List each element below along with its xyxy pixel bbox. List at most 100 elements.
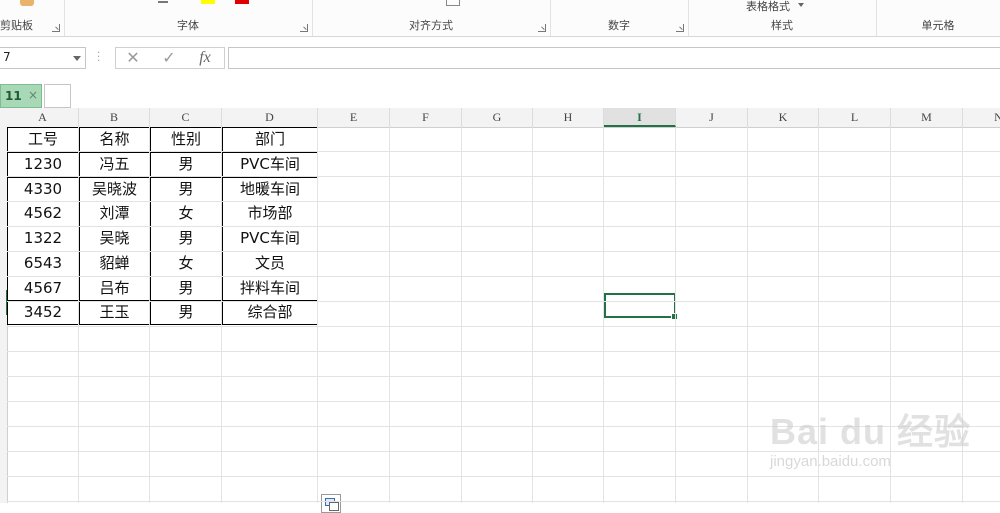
table-cell[interactable]: 冯五 — [79, 152, 150, 177]
gridline — [7, 376, 1000, 377]
column-header-l[interactable]: L — [819, 108, 891, 127]
table-cell[interactable]: 女 — [150, 251, 222, 276]
sheet-tab-strip: 11 × — [0, 82, 1000, 108]
column-header-j[interactable]: J — [676, 108, 748, 127]
table-cell[interactable]: 吴晓 — [79, 226, 150, 251]
cells-area[interactable]: 工号 名称 性别 部门 1230 冯五男 PVC车间 4330 吴晓波男地暖车间 4562 刘潭女市… — [0, 127, 1000, 513]
cells-group-label: 单元格 — [921, 19, 955, 32]
column-header-g[interactable]: G — [462, 108, 533, 127]
minus-icon[interactable] — [158, 1, 168, 3]
table-cell[interactable]: 文员 — [222, 251, 318, 276]
name-box[interactable]: 7 — [0, 47, 86, 69]
selected-cell[interactable] — [604, 293, 678, 320]
font-group-label: 字体 — [177, 19, 199, 32]
gridline — [221, 127, 222, 503]
table-header-cell[interactable]: 部门 — [222, 127, 318, 152]
alignment-group-label: 对齐方式 — [409, 19, 453, 32]
alignment-launcher-icon[interactable] — [538, 24, 546, 32]
enter-icon[interactable]: ✓ — [154, 48, 184, 68]
gridline — [7, 451, 1000, 452]
gridline — [532, 127, 533, 503]
styles-group-label: 样式 — [771, 19, 793, 32]
alignment-group: 对齐方式 — [312, 0, 551, 36]
close-icon[interactable]: × — [28, 88, 38, 102]
number-group-label: 数字 — [608, 19, 630, 32]
styles-group: 表格格式 样式 — [688, 0, 877, 36]
table-cell[interactable]: 吴晓波 — [79, 177, 150, 202]
gridline — [7, 301, 1000, 302]
table-cell[interactable]: 男 — [150, 300, 222, 325]
format-painter-icon[interactable] — [20, 0, 34, 6]
clipboard-launcher-icon[interactable] — [52, 24, 60, 32]
gridline — [7, 251, 1000, 252]
column-header-h[interactable]: H — [533, 108, 604, 127]
table-cell[interactable]: 女 — [150, 201, 222, 226]
chevron-down-icon[interactable] — [73, 56, 81, 61]
column-headers: ABCDEFGHIJKLMN — [0, 108, 1000, 128]
column-header-a[interactable]: A — [7, 108, 79, 127]
column-header-i[interactable]: I — [604, 108, 676, 127]
column-header-e[interactable]: E — [318, 108, 390, 127]
spreadsheet-grid: ABCDEFGHIJKLMN 工号 名称 性别 部门 1230 冯五男 PVC车间 4330 吴… — [0, 108, 1000, 513]
table-cell[interactable]: 王玉 — [79, 300, 150, 325]
table-cell[interactable]: 1230 — [7, 152, 79, 177]
gridline — [7, 426, 1000, 427]
table-header-cell[interactable]: 工号 — [7, 127, 79, 152]
table-cell[interactable]: 貂蝉 — [79, 251, 150, 276]
table-cell[interactable]: 1322 — [7, 226, 79, 251]
chevron-down-icon[interactable] — [798, 3, 804, 7]
column-header-f[interactable]: F — [390, 108, 462, 127]
table-cell[interactable]: 男 — [150, 226, 222, 251]
table-cell[interactable]: 刘潭 — [79, 201, 150, 226]
formula-bar: 7 · · · ✕ ✓ fx — [0, 44, 1000, 72]
table-cell[interactable]: 男 — [150, 276, 222, 301]
drag-handle-icon[interactable]: · · · — [97, 49, 100, 67]
table-cell[interactable]: 男 — [150, 152, 222, 177]
table-cell[interactable]: PVC车间 — [222, 152, 318, 177]
column-header-d[interactable]: D — [222, 108, 318, 127]
number-group: 数字 — [550, 0, 689, 36]
paste-options-icon[interactable] — [321, 494, 341, 513]
cancel-icon[interactable]: ✕ — [118, 48, 148, 68]
font-group: 字体 — [64, 0, 313, 36]
gridline — [389, 127, 390, 503]
table-cell[interactable]: 男 — [150, 177, 222, 202]
font-launcher-icon[interactable] — [300, 24, 308, 32]
table-cell[interactable]: 市场部 — [222, 201, 318, 226]
gridline — [7, 151, 1000, 152]
column-header-b[interactable]: B — [79, 108, 150, 127]
gridline — [962, 127, 963, 503]
gridline — [317, 127, 318, 503]
column-header-n[interactable]: N — [963, 108, 1000, 127]
table-cell[interactable]: 综合部 — [222, 300, 318, 325]
table-cell[interactable]: 3452 — [7, 300, 79, 325]
table-cell[interactable]: 拌料车间 — [222, 276, 318, 301]
formula-input[interactable] — [228, 47, 1000, 69]
table-cell[interactable]: 吕布 — [79, 276, 150, 301]
table-header-cell[interactable]: 性别 — [150, 127, 222, 152]
column-header-k[interactable]: K — [748, 108, 819, 127]
column-header-m[interactable]: M — [891, 108, 963, 127]
insert-function-button[interactable]: fx — [190, 48, 220, 68]
sheet-tab-active[interactable]: 11 × — [0, 84, 42, 108]
gridline — [7, 476, 1000, 477]
merge-cells-icon[interactable] — [446, 0, 460, 6]
table-cell[interactable]: 4330 — [7, 177, 79, 202]
gridline — [7, 226, 1000, 227]
table-header-cell[interactable]: 名称 — [79, 127, 150, 152]
new-tab-button[interactable] — [44, 84, 71, 108]
number-launcher-icon[interactable] — [676, 24, 684, 32]
highlight-color-icon[interactable] — [201, 0, 215, 4]
format-as-table-button[interactable]: 表格格式 — [746, 0, 790, 14]
table-cell[interactable]: 4567 — [7, 276, 79, 301]
table-cell[interactable]: 4562 — [7, 201, 79, 226]
column-header-c[interactable]: C — [150, 108, 222, 127]
table-cell[interactable]: PVC车间 — [222, 226, 318, 251]
table-cell[interactable]: 6543 — [7, 251, 79, 276]
font-color-icon[interactable] — [235, 0, 249, 4]
table-cell[interactable]: 地暖车间 — [222, 177, 318, 202]
gridline — [7, 401, 1000, 402]
sheet-tab-label: 11 — [5, 89, 22, 103]
name-box-value: 7 — [3, 50, 11, 64]
gridline — [890, 127, 891, 503]
